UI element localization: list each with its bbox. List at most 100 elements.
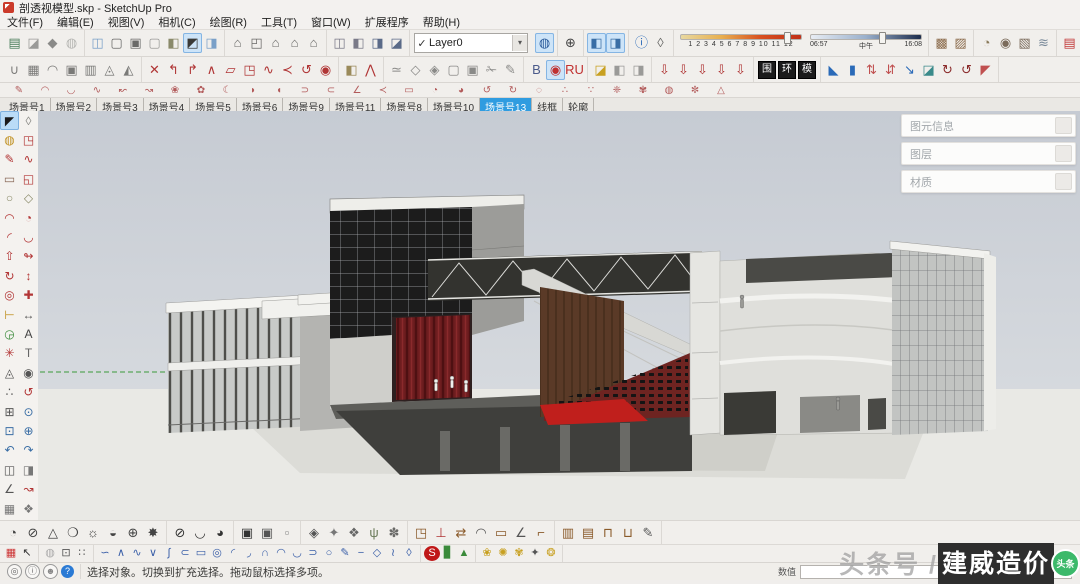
view-front-icon[interactable]: ⌂	[266, 33, 285, 53]
bezier-corner-tl-icon[interactable]: ◜	[225, 546, 241, 561]
burst-curve-icon[interactable]: ❈	[606, 84, 628, 97]
squiggle-wire-icon[interactable]: ∿	[259, 60, 278, 80]
sandbox-grid-tool[interactable]: ▦	[0, 499, 19, 518]
sandbox-flip-edge-icon[interactable]: ◭	[119, 60, 138, 80]
render-lock-icon[interactable]: ▫	[277, 523, 297, 543]
menu-item[interactable]: 视图(V)	[101, 14, 152, 30]
bezier-open-left-icon[interactable]: ⊂	[177, 546, 193, 561]
style-layers-icon[interactable]: ▤	[1060, 33, 1079, 53]
pie-tool[interactable]: ◔	[19, 208, 38, 227]
sandbox-smoove-icon[interactable]: ◠	[43, 60, 62, 80]
cube-yellow-icon[interactable]: ◪	[591, 60, 610, 80]
panel-collapse-button[interactable]	[1055, 117, 1072, 134]
pie-three-quarter-icon[interactable]: ◕	[450, 84, 472, 97]
select-box-icon[interactable]: ⊡	[58, 546, 74, 561]
open-curve-left-icon[interactable]: ⊂	[320, 84, 342, 97]
globe-flower-icon[interactable]: ❂	[543, 546, 559, 561]
globe-disabled-icon[interactable]: ◍	[62, 33, 81, 53]
chair-tool-icon[interactable]: ⌐	[531, 523, 551, 543]
flatten-tool-icon[interactable]: ≃	[387, 60, 406, 80]
menu-item[interactable]: 编辑(E)	[50, 14, 101, 30]
sandbox-add-detail-icon[interactable]: ◬	[100, 60, 119, 80]
bezier-valley-icon[interactable]: ∨	[145, 546, 161, 561]
sandbox-from-scratch-icon[interactable]: ▦	[24, 60, 43, 80]
bezier-wave-icon[interactable]: ≀	[385, 546, 401, 561]
press-tool-icon[interactable]: ⊥	[431, 523, 451, 543]
cube-gray-a-icon[interactable]: ◧	[610, 60, 629, 80]
gradient-box-icon[interactable]: ▊	[440, 546, 456, 561]
teapot-outline-icon[interactable]: ◡	[190, 523, 210, 543]
section-cuts-icon[interactable]: ◪	[24, 33, 43, 53]
swap-tool-icon[interactable]: ⇄	[451, 523, 471, 543]
panel-header[interactable]: 图元信息	[901, 114, 1076, 137]
bezier-diamond-icon[interactable]: ◇	[369, 546, 385, 561]
layer-manager-icon[interactable]: ◍	[535, 33, 554, 53]
bezier-sine-icon[interactable]: ∿	[129, 546, 145, 561]
previous-view-tool[interactable]: ↶	[0, 441, 19, 460]
position-texture-icon[interactable]: ⊕	[561, 33, 580, 53]
select-dots-icon[interactable]: ∷	[74, 546, 90, 561]
zoom-extents-tool[interactable]: ⊕	[19, 421, 38, 440]
blue-wedge-icon[interactable]: ◣	[824, 60, 843, 80]
picker-icon[interactable]: ✎	[638, 523, 658, 543]
dots-down-icon[interactable]: ∵	[580, 84, 602, 97]
credits-icon[interactable]: ⓘ	[25, 564, 40, 579]
bezier-loop-icon[interactable]: ◊	[401, 546, 417, 561]
quad-face-icon[interactable]: ▱	[221, 60, 240, 80]
annotate-pencil-icon[interactable]: ✎	[501, 60, 520, 80]
menu-item[interactable]: 窗口(W)	[304, 14, 358, 30]
component-attributes-icon[interactable]: ◨	[368, 33, 387, 53]
menu-item[interactable]: 工具(T)	[254, 14, 304, 30]
leaf-brush-icon[interactable]: ✽	[384, 523, 404, 543]
loop-cw-icon[interactable]: ↻	[502, 84, 524, 97]
follow-me-tool[interactable]: ↬	[19, 247, 38, 266]
component-options-icon[interactable]: ◧	[349, 33, 368, 53]
style-hidden-line-icon[interactable]: ▣	[126, 33, 145, 53]
view-top-icon[interactable]: ◰	[247, 33, 266, 53]
target-disc-icon[interactable]: ◉	[316, 60, 335, 80]
gear-flower-icon[interactable]: ✺	[495, 546, 511, 561]
section-fill-icon[interactable]: ◆	[43, 33, 62, 53]
loop-ccw-icon[interactable]: ↺	[476, 84, 498, 97]
frame-edit-icon[interactable]: ▢	[444, 60, 463, 80]
import-f-icon[interactable]: ⇩	[731, 60, 750, 80]
photo-textures-icon[interactable]: ▧	[1015, 33, 1034, 53]
bezier-open-right-icon[interactable]: ⊃	[305, 546, 321, 561]
arc-upper-icon[interactable]: ◠	[34, 84, 56, 97]
arc-lower-icon[interactable]: ◡	[60, 84, 82, 97]
wei-tool-icon[interactable]: 围	[758, 61, 776, 79]
follow-path-tool[interactable]: ↝	[19, 479, 38, 498]
grass-icon[interactable]: ψ	[364, 523, 384, 543]
mannequin-icon[interactable]: ✦	[324, 523, 344, 543]
push-pull-tool[interactable]: ⇧	[0, 247, 19, 266]
angle-draw-icon[interactable]: ∠	[346, 84, 368, 97]
bezier-circle-icon[interactable]: ◎	[209, 546, 225, 561]
disabled-circle-icon[interactable]: ◍	[42, 546, 58, 561]
tape-measure-tool[interactable]: ⊢	[0, 305, 19, 324]
next-view-tool[interactable]: ↷	[19, 441, 38, 460]
ru-tool-icon[interactable]: RU	[565, 60, 584, 80]
sketch-line-icon[interactable]: ✎	[8, 84, 30, 97]
render-window-small-icon[interactable]: ▣	[257, 523, 277, 543]
snip-tool-icon[interactable]: ✁	[482, 60, 501, 80]
s-curve-badge-icon[interactable]: S	[424, 546, 440, 561]
bezier-arc-down-icon[interactable]: ◡	[289, 546, 305, 561]
bezier-corner-br-icon[interactable]: ◞	[241, 546, 257, 561]
style-wireframe-icon[interactable]: ▢	[107, 33, 126, 53]
bezier-rect-icon[interactable]: ▭	[193, 546, 209, 561]
entity-info-icon[interactable]: ⓘ	[632, 33, 651, 53]
import-v-icon[interactable]: ⇩	[693, 60, 712, 80]
curve-swirl-right-icon[interactable]: ↝	[138, 84, 160, 97]
dots-up-icon[interactable]: ∴	[554, 84, 576, 97]
account-icon[interactable]: ☻	[43, 564, 58, 579]
menu-item[interactable]: 绘图(R)	[203, 14, 254, 30]
pan-tool[interactable]: ⊞	[0, 402, 19, 421]
mo-tool-icon[interactable]: 模	[798, 61, 816, 79]
tan-cube-icon[interactable]: ◧	[342, 60, 361, 80]
globe-grid-icon[interactable]: ⊕	[123, 523, 143, 543]
month-slider-handle[interactable]	[784, 32, 791, 44]
edit-component-icon[interactable]: ◫	[330, 33, 349, 53]
disc-texture-icon[interactable]: ◍	[658, 84, 680, 97]
moon-arc-icon[interactable]: ☾	[216, 84, 238, 97]
corner-up-icon[interactable]: ↰	[164, 60, 183, 80]
